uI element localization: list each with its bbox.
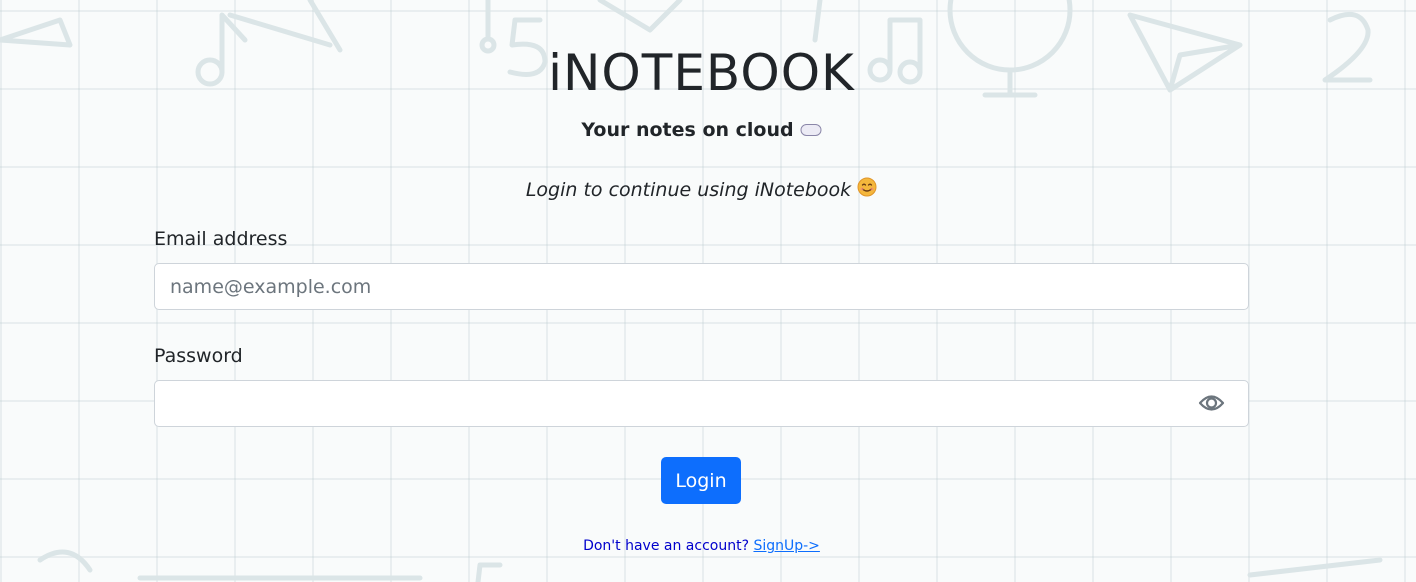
brush-doodle <box>227 12 333 48</box>
email-input[interactable] <box>154 263 1249 310</box>
signup-link[interactable]: SignUp-> <box>753 538 819 554</box>
app-title: iNOTEBOOK <box>548 44 855 102</box>
email-label: Email address <box>154 228 288 250</box>
login-intro: Login to continue using iNotebook <box>154 176 1249 205</box>
number-two-doodle <box>1322 11 1373 83</box>
bottom-number-doodle <box>37 549 93 573</box>
bottom-right-doodle <box>1247 557 1383 578</box>
login-button[interactable]: Login <box>661 457 741 504</box>
ruler-doodle <box>597 0 683 33</box>
smiling-face-icon <box>857 177 877 205</box>
bottom-five-doodle <box>475 562 503 582</box>
password-input[interactable] <box>154 380 1249 427</box>
signup-prompt: Don't have an account? SignUp-> <box>154 536 1249 556</box>
pencil-doodle <box>0 17 73 48</box>
login-intro-text: Login to continue using iNotebook <box>525 179 852 201</box>
tagline: Your notes on cloud <box>154 116 1249 145</box>
cloud-icon <box>800 117 822 145</box>
compass-doodle <box>812 0 823 43</box>
tagline-text: Your notes on cloud <box>581 119 794 141</box>
password-label: Password <box>154 345 243 367</box>
signup-prompt-text: Don't have an account? <box>583 538 749 554</box>
eye-icon[interactable] <box>1197 391 1225 415</box>
